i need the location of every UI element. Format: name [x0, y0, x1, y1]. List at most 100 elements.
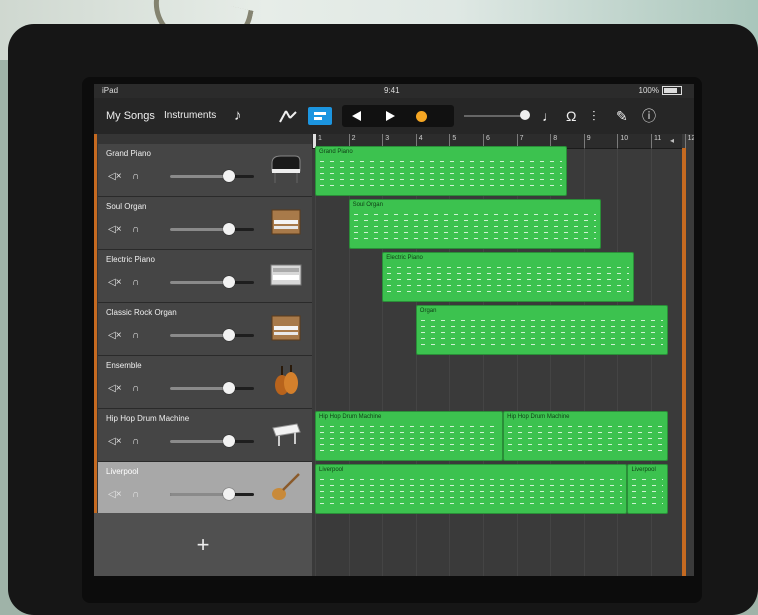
track-volume-knob[interactable]: [222, 276, 235, 288]
my-songs-button[interactable]: My Songs: [106, 106, 155, 126]
track-volume-slider[interactable]: [170, 170, 254, 182]
instruments-button[interactable]: Instruments: [164, 106, 216, 126]
track-name: Electric Piano: [106, 255, 155, 264]
track-volume-knob[interactable]: [222, 488, 235, 500]
track-header[interactable]: Hip Hop Drum Machine ◁× ∩: [98, 409, 312, 462]
track-header[interactable]: Classic Rock Organ ◁× ∩: [98, 303, 312, 356]
clock: 9:41: [384, 86, 400, 95]
track-volume-slider[interactable]: [170, 382, 254, 394]
play-icon[interactable]: [384, 106, 396, 126]
region-notes: [320, 426, 499, 454]
mute-icon[interactable]: ◁×: [108, 224, 122, 235]
track-name: Ensemble: [106, 361, 142, 370]
track-volume-knob[interactable]: [222, 329, 235, 341]
add-section-icon[interactable]: ◂: [666, 136, 678, 146]
track-name: Soul Organ: [106, 202, 147, 211]
strings-icon: [268, 364, 304, 398]
track-header[interactable]: Soul Organ ◁× ∩: [98, 197, 312, 250]
headphones-icon[interactable]: ∩: [132, 330, 139, 341]
settings-wrench-icon[interactable]: ✎: [616, 106, 628, 126]
instrument-icon[interactable]: ♪: [234, 106, 242, 126]
tracks-view-icon[interactable]: [276, 106, 300, 126]
ruler-bar-number: 2: [351, 135, 356, 142]
track-header[interactable]: Grand Piano ◁× ∩: [98, 144, 312, 197]
track-volume-slider[interactable]: [170, 276, 254, 288]
rewind-icon[interactable]: [350, 106, 362, 126]
midi-region[interactable]: Grand Piano: [315, 146, 567, 196]
mute-icon[interactable]: ◁×: [108, 436, 122, 447]
grand-piano-icon: [268, 152, 304, 186]
region-notes: [320, 479, 623, 507]
help-icon[interactable]: ⓘ: [642, 106, 656, 126]
mute-icon[interactable]: ◁×: [108, 277, 122, 288]
record-icon: [416, 110, 427, 122]
track-volume-slider[interactable]: [170, 329, 254, 341]
track-volume-knob[interactable]: [222, 223, 235, 235]
ruler-bar-number: 4: [418, 135, 423, 142]
track-volume-knob[interactable]: [222, 435, 235, 447]
record-button[interactable]: [416, 106, 427, 126]
organ-icon: [268, 311, 304, 345]
midi-region[interactable]: Hip Hop Drum Machine: [503, 411, 668, 461]
ruler-bar-number: 3: [385, 135, 390, 142]
mute-icon[interactable]: ◁×: [108, 171, 122, 182]
headphones-icon[interactable]: ∩: [132, 171, 139, 182]
midi-region[interactable]: Liverpool: [627, 464, 668, 514]
master-volume-slider[interactable]: [464, 106, 534, 126]
mute-icon[interactable]: ◁×: [108, 489, 122, 500]
add-track-button[interactable]: +: [94, 513, 312, 576]
ruler-bar-tick: 10: [617, 134, 628, 148]
drum-machine-icon: [268, 417, 304, 451]
midi-region[interactable]: Hip Hop Drum Machine: [315, 411, 504, 461]
view-toggle-button[interactable]: [308, 107, 332, 125]
region-name: Hip Hop Drum Machine: [319, 414, 382, 420]
midi-region[interactable]: Electric Piano: [382, 252, 635, 302]
track-frame-left: [94, 134, 97, 576]
loop-icon[interactable]: Ω: [566, 106, 576, 126]
track-volume-knob[interactable]: [222, 382, 235, 394]
track-volume-knob[interactable]: [222, 170, 235, 182]
mixer-icon[interactable]: ⫶: [592, 106, 596, 126]
headphones-icon[interactable]: ∩: [132, 436, 139, 447]
region-notes: [632, 479, 663, 507]
metronome-icon[interactable]: ♩: [542, 106, 556, 126]
headphones-icon[interactable]: ∩: [132, 277, 139, 288]
region-name: Electric Piano: [386, 255, 423, 261]
region-name: Hip Hop Drum Machine: [507, 414, 570, 420]
track-volume-slider[interactable]: [170, 223, 254, 235]
battery-percent: 100%: [638, 86, 659, 95]
track-name: Classic Rock Organ: [106, 308, 177, 317]
track-volume-slider[interactable]: [170, 488, 254, 500]
headphones-icon[interactable]: ∩: [132, 489, 139, 500]
battery-indicator: 100%: [639, 84, 682, 98]
status-bar: iPad 9:41 100%: [94, 84, 694, 98]
region-notes: [420, 320, 663, 348]
midi-region[interactable]: Liverpool: [315, 464, 628, 514]
track-name: Hip Hop Drum Machine: [106, 414, 190, 423]
track-header[interactable]: Electric Piano ◁× ∩: [98, 250, 312, 303]
track-header[interactable]: Ensemble ◁× ∩: [98, 356, 312, 409]
ruler-bar-tick: 9: [583, 134, 591, 148]
midi-region[interactable]: Organ: [415, 305, 668, 355]
volume-knob[interactable]: [520, 110, 530, 120]
track-header[interactable]: Liverpool ◁× ∩: [98, 462, 312, 515]
control-bar: My Songs Instruments ♪ ♩ Ω ⫶ ✎ ⓘ: [94, 98, 694, 134]
ruler-bar-number: 5: [452, 135, 457, 142]
ruler-bar-number: 1: [318, 135, 322, 142]
region-name: Grand Piano: [319, 149, 353, 155]
ruler-bar-number: 8: [553, 135, 558, 142]
garageband-screen: iPad 9:41 100% My Songs Instruments ♪ ♩ …: [94, 84, 694, 576]
mute-icon[interactable]: ◁×: [108, 330, 122, 341]
battery-icon: [662, 86, 682, 96]
mute-icon[interactable]: ◁×: [108, 383, 122, 394]
headphones-icon[interactable]: ∩: [132, 224, 139, 235]
track-name: Liverpool: [106, 467, 139, 476]
ruler-bar-number: 7: [519, 135, 524, 142]
electric-piano-icon: [268, 258, 304, 292]
headphones-icon[interactable]: ∩: [132, 383, 139, 394]
midi-region[interactable]: Soul Organ: [348, 199, 601, 249]
ruler-bar-number: 12: [687, 135, 694, 142]
ruler-bar-tick: 12: [684, 134, 694, 148]
region-name: Soul Organ: [352, 202, 383, 208]
track-volume-slider[interactable]: [170, 435, 254, 447]
